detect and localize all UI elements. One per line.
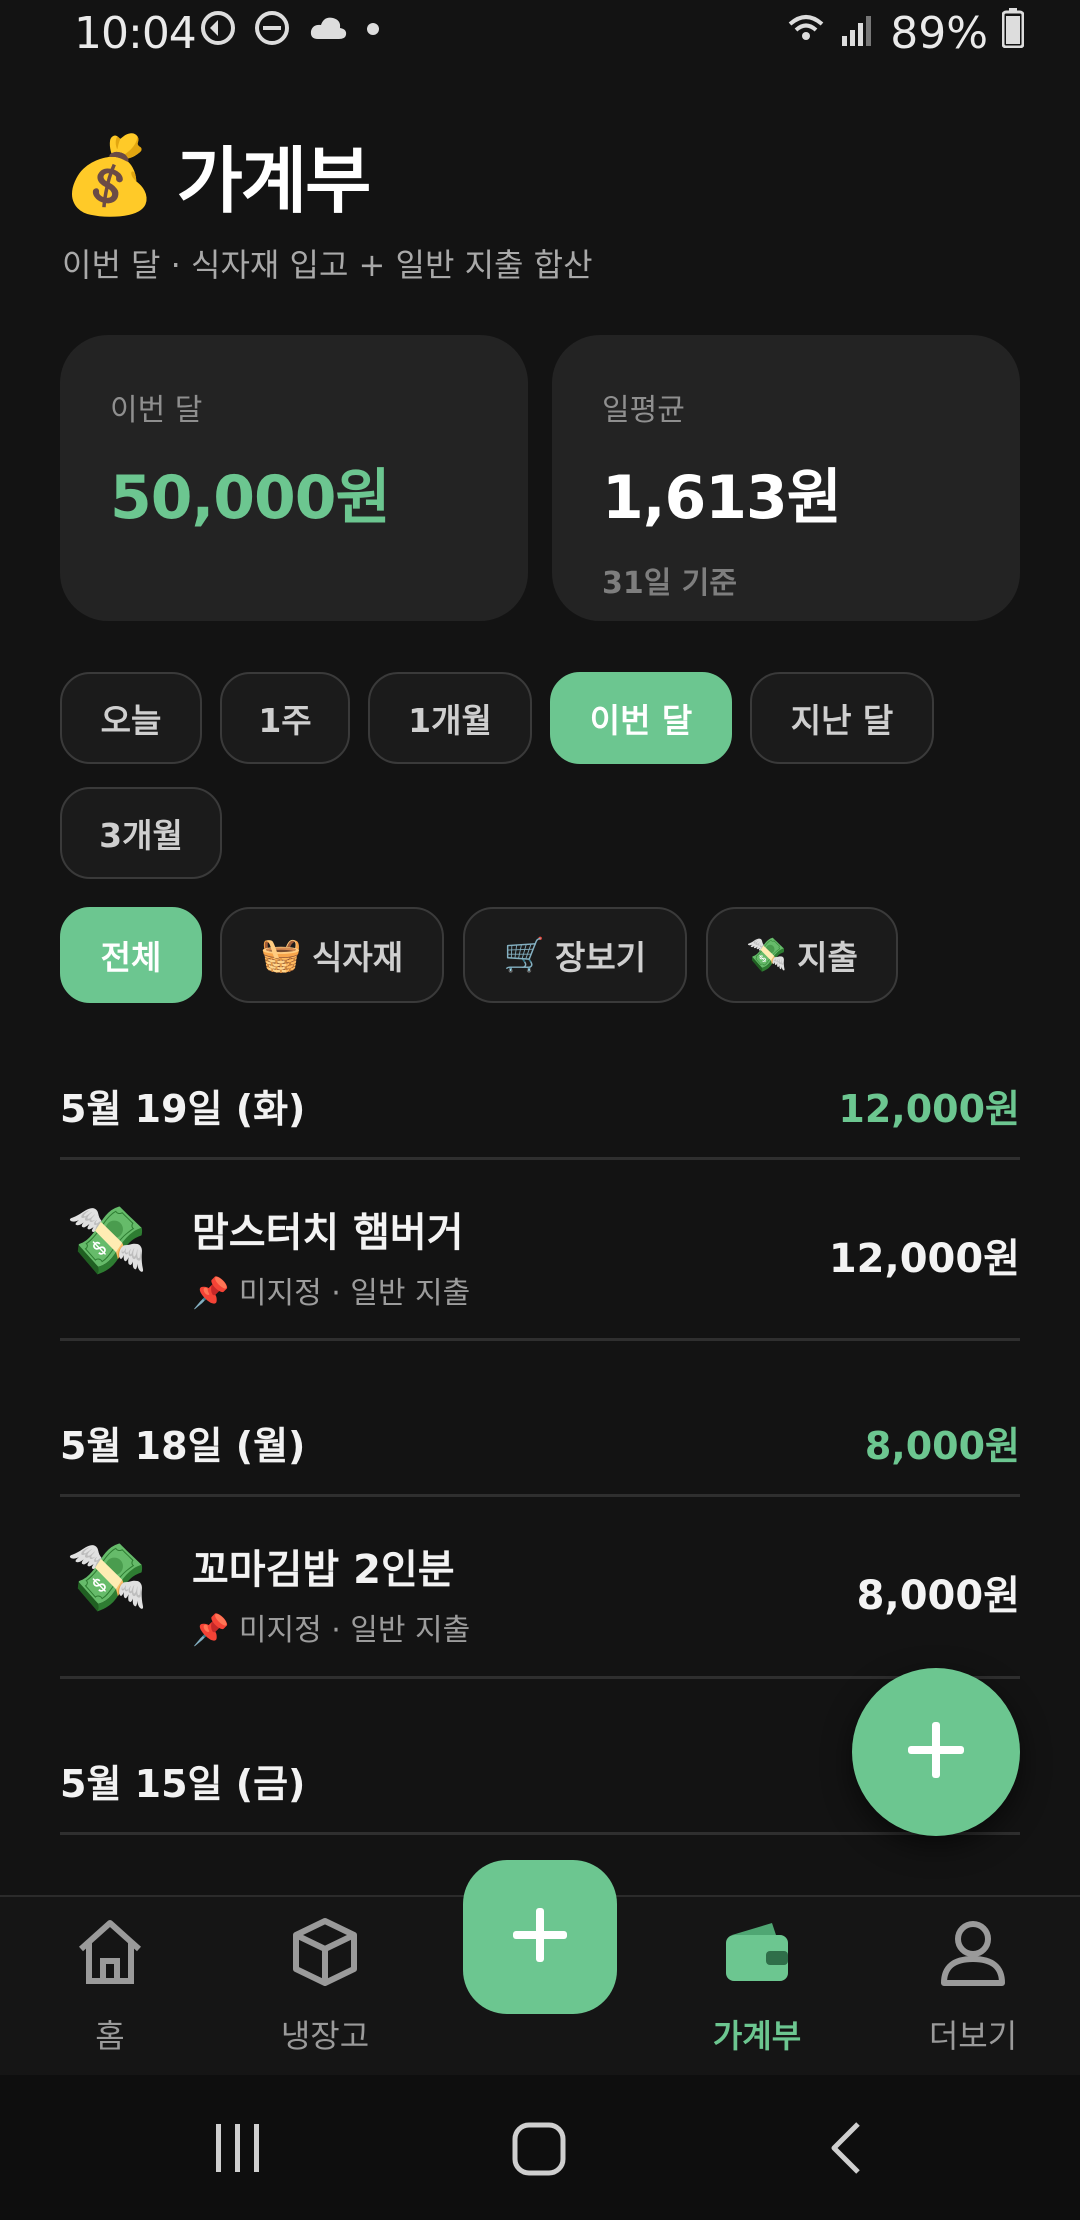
money-wings-icon: 💸 xyxy=(66,1539,149,1616)
status-right: 89% xyxy=(786,8,1025,59)
category-chip-expense[interactable]: 💸 지출 xyxy=(706,907,898,1003)
recent-apps-icon[interactable] xyxy=(210,2120,266,2180)
period-chip-this-month[interactable]: 이번 달 xyxy=(550,672,732,764)
page-title-text: 가계부 xyxy=(176,139,372,223)
expense-item-amount: 12,000원 xyxy=(828,1236,1020,1282)
dnd-icon xyxy=(254,10,290,50)
money-bag-icon: 💰 xyxy=(62,129,157,219)
basket-icon: 🧺 xyxy=(260,935,302,974)
status-time: 10:04 xyxy=(74,8,197,59)
day-header: 5월 18일 (월) 8,000원 xyxy=(60,1402,1020,1482)
month-total-value: 50,000원 xyxy=(110,463,391,533)
daily-average-card: 일평균 1,613원 31일 기준 xyxy=(552,335,1020,621)
day-header: 5월 19일 (화) 12,000원 xyxy=(60,1065,1020,1145)
divider xyxy=(60,1676,1020,1679)
user-icon xyxy=(936,1915,1010,1997)
nav-item-more[interactable]: 더보기 xyxy=(893,1915,1053,2057)
add-expense-fab[interactable] xyxy=(852,1668,1020,1836)
status-notification-icons xyxy=(200,10,380,50)
expense-item-title: 꼬마김밥 2인분 xyxy=(192,1547,455,1593)
back-icon[interactable] xyxy=(820,2120,876,2180)
wallet-icon xyxy=(720,1915,794,1997)
expense-item[interactable]: 💸 꼬마김밥 2인분 📌 미지정 · 일반 지출 8,000원 xyxy=(60,1497,1020,1675)
cart-icon: 🛒 xyxy=(503,935,545,974)
daily-average-value: 1,613원 xyxy=(602,463,842,533)
battery-percent: 89% xyxy=(890,8,988,59)
nav-add-button[interactable] xyxy=(463,1860,617,2014)
expense-item-subtitle: 📌 미지정 · 일반 지출 xyxy=(192,1276,471,1311)
day-date: 5월 18일 (월) xyxy=(60,1423,306,1468)
day-total: 12,000원 xyxy=(838,1086,1020,1131)
home-button-icon[interactable] xyxy=(510,2120,568,2182)
cloud-icon xyxy=(308,13,348,47)
daily-average-label: 일평균 xyxy=(602,393,685,428)
nav-label-ledger: 가계부 xyxy=(712,2017,802,2055)
wifi-icon xyxy=(786,8,826,59)
signal-icon xyxy=(840,8,876,59)
money-wings-icon: 💸 xyxy=(746,935,788,974)
nav-label-home: 홈 xyxy=(95,2017,125,2055)
page-title: 💰 가계부 xyxy=(62,122,372,227)
money-wings-icon: 💸 xyxy=(66,1202,149,1279)
month-total-card: 이번 달 50,000원 xyxy=(60,335,528,621)
period-chip-three-months[interactable]: 3개월 xyxy=(60,787,222,879)
period-chip-month[interactable]: 1개월 xyxy=(368,672,532,764)
battery-icon xyxy=(1001,8,1025,59)
category-chip-all[interactable]: 전체 xyxy=(60,907,202,1003)
period-chip-last-month[interactable]: 지난 달 xyxy=(750,672,934,764)
system-nav-bar xyxy=(0,2075,1080,2220)
month-total-label: 이번 달 xyxy=(110,393,203,428)
category-chip-label: 지출 xyxy=(797,938,858,977)
period-chip-week[interactable]: 1주 xyxy=(220,672,350,764)
plus-icon xyxy=(904,1718,968,1786)
category-chip-groceries[interactable]: 🧺 식자재 xyxy=(220,907,444,1003)
home-icon xyxy=(73,1915,147,1997)
plus-icon xyxy=(509,1904,571,1970)
category-chip-shopping[interactable]: 🛒 장보기 xyxy=(463,907,687,1003)
box-icon xyxy=(288,1915,362,1997)
expense-item-amount: 8,000원 xyxy=(856,1573,1020,1619)
expense-item-subtitle: 📌 미지정 · 일반 지출 xyxy=(192,1613,471,1648)
day-date: 5월 19일 (화) xyxy=(60,1086,306,1131)
day-date: 5월 15일 (금) xyxy=(60,1761,306,1806)
sync-icon xyxy=(200,10,236,50)
expense-item-title: 맘스터치 햄버거 xyxy=(192,1210,464,1256)
category-chip-label: 식자재 xyxy=(312,938,404,977)
nav-label-fridge: 냉장고 xyxy=(280,2017,370,2055)
category-chip-label: 장보기 xyxy=(555,938,647,977)
nav-item-home[interactable]: 홈 xyxy=(30,1915,190,2057)
divider xyxy=(60,1832,1020,1835)
daily-average-note: 31일 기준 xyxy=(602,566,737,601)
nav-item-ledger[interactable]: 가계부 xyxy=(677,1915,837,2057)
nav-label-more: 더보기 xyxy=(928,2017,1018,2055)
day-total: 8,000원 xyxy=(864,1423,1020,1468)
period-chip-today[interactable]: 오늘 xyxy=(60,672,202,764)
nav-item-fridge[interactable]: 냉장고 xyxy=(245,1915,405,2057)
page-subtitle: 이번 달 · 식자재 입고 + 일반 지출 합산 xyxy=(62,246,593,284)
dot-icon xyxy=(366,21,380,40)
expense-item[interactable]: 💸 맘스터치 햄버거 📌 미지정 · 일반 지출 12,000원 xyxy=(60,1160,1020,1338)
divider xyxy=(60,1338,1020,1341)
